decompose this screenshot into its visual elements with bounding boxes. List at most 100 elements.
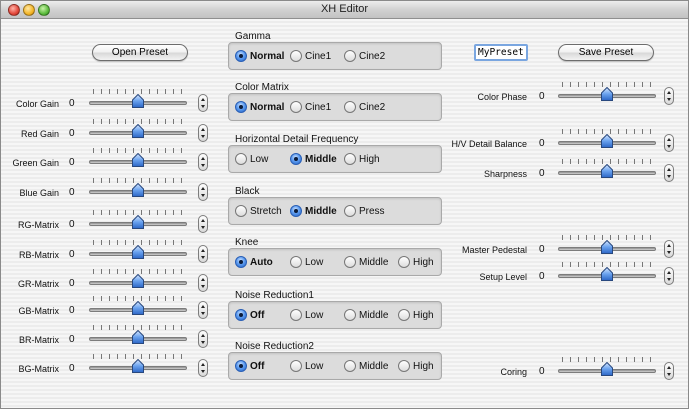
horizontal-detail-frequency-option-high[interactable]: High bbox=[344, 153, 380, 167]
radio-button-icon[interactable] bbox=[290, 205, 302, 217]
radio-button-icon[interactable] bbox=[235, 101, 247, 113]
rg-matrix-stepper[interactable] bbox=[198, 215, 208, 233]
stepper-up-arrow-icon[interactable] bbox=[201, 305, 205, 308]
slider-thumb[interactable] bbox=[132, 329, 144, 344]
radio-button-icon[interactable] bbox=[398, 256, 410, 268]
radio-button-icon[interactable] bbox=[290, 360, 302, 372]
h-v-detail-balance-slider[interactable] bbox=[558, 129, 656, 151]
master-pedestal-stepper[interactable] bbox=[664, 240, 674, 258]
rb-matrix-slider[interactable] bbox=[89, 240, 187, 262]
coring-slider[interactable] bbox=[558, 357, 656, 379]
stepper-down-arrow-icon[interactable] bbox=[201, 370, 205, 373]
coring-stepper[interactable] bbox=[664, 362, 674, 380]
setup-level-stepper[interactable] bbox=[664, 267, 674, 285]
stepper-up-arrow-icon[interactable] bbox=[201, 334, 205, 337]
stepper-up-arrow-icon[interactable] bbox=[201, 187, 205, 190]
radio-button-icon[interactable] bbox=[235, 205, 247, 217]
stepper-up-arrow-icon[interactable] bbox=[667, 366, 671, 369]
radio-button-icon[interactable] bbox=[398, 360, 410, 372]
stepper-up-arrow-icon[interactable] bbox=[201, 219, 205, 222]
bg-matrix-stepper[interactable] bbox=[198, 359, 208, 377]
green-gain-stepper[interactable] bbox=[198, 153, 208, 171]
color-matrix-option-cine1[interactable]: Cine1 bbox=[290, 101, 331, 115]
stepper-down-arrow-icon[interactable] bbox=[667, 278, 671, 281]
stepper-up-arrow-icon[interactable] bbox=[201, 157, 205, 160]
noise-reduction1-option-high[interactable]: High bbox=[398, 309, 434, 323]
slider-thumb[interactable] bbox=[132, 214, 144, 229]
color-matrix-option-normal[interactable]: Normal bbox=[235, 101, 284, 115]
stepper-down-arrow-icon[interactable] bbox=[667, 175, 671, 178]
sharpness-stepper[interactable] bbox=[664, 164, 674, 182]
horizontal-detail-frequency-option-middle[interactable]: Middle bbox=[290, 153, 337, 167]
stepper-down-arrow-icon[interactable] bbox=[667, 145, 671, 148]
stepper-down-arrow-icon[interactable] bbox=[201, 194, 205, 197]
black-option-middle[interactable]: Middle bbox=[290, 205, 337, 219]
radio-button-icon[interactable] bbox=[344, 309, 356, 321]
gamma-option-normal[interactable]: Normal bbox=[235, 50, 284, 64]
bg-matrix-slider[interactable] bbox=[89, 354, 187, 376]
radio-button-icon[interactable] bbox=[344, 101, 356, 113]
radio-button-icon[interactable] bbox=[290, 309, 302, 321]
knee-option-middle[interactable]: Middle bbox=[344, 256, 388, 270]
color-matrix-option-cine2[interactable]: Cine2 bbox=[344, 101, 385, 115]
preset-name-input[interactable]: MyPreset bbox=[474, 44, 528, 61]
red-gain-slider[interactable] bbox=[89, 119, 187, 141]
slider-thumb[interactable] bbox=[601, 133, 613, 148]
black-option-press[interactable]: Press bbox=[344, 205, 385, 219]
color-phase-slider[interactable] bbox=[558, 82, 656, 104]
knee-option-high[interactable]: High bbox=[398, 256, 434, 270]
gamma-option-cine2[interactable]: Cine2 bbox=[344, 50, 385, 64]
rg-matrix-slider[interactable] bbox=[89, 210, 187, 232]
noise-reduction1-option-off[interactable]: Off bbox=[235, 309, 264, 323]
h-v-detail-balance-stepper[interactable] bbox=[664, 134, 674, 152]
radio-button-icon[interactable] bbox=[290, 153, 302, 165]
red-gain-stepper[interactable] bbox=[198, 124, 208, 142]
slider-thumb[interactable] bbox=[132, 93, 144, 108]
radio-button-icon[interactable] bbox=[290, 256, 302, 268]
slider-thumb[interactable] bbox=[601, 86, 613, 101]
stepper-down-arrow-icon[interactable] bbox=[201, 285, 205, 288]
sharpness-slider[interactable] bbox=[558, 159, 656, 181]
slider-thumb[interactable] bbox=[601, 163, 613, 178]
slider-thumb[interactable] bbox=[601, 361, 613, 376]
color-phase-stepper[interactable] bbox=[664, 87, 674, 105]
stepper-up-arrow-icon[interactable] bbox=[667, 168, 671, 171]
title-bar[interactable]: XH Editor bbox=[1, 1, 688, 19]
stepper-up-arrow-icon[interactable] bbox=[201, 128, 205, 131]
knee-option-low[interactable]: Low bbox=[290, 256, 323, 270]
stepper-up-arrow-icon[interactable] bbox=[667, 244, 671, 247]
stepper-down-arrow-icon[interactable] bbox=[201, 256, 205, 259]
color-gain-slider[interactable] bbox=[89, 89, 187, 111]
stepper-down-arrow-icon[interactable] bbox=[667, 373, 671, 376]
radio-button-icon[interactable] bbox=[344, 360, 356, 372]
slider-thumb[interactable] bbox=[132, 152, 144, 167]
stepper-down-arrow-icon[interactable] bbox=[667, 98, 671, 101]
stepper-down-arrow-icon[interactable] bbox=[667, 251, 671, 254]
stepper-up-arrow-icon[interactable] bbox=[667, 91, 671, 94]
gb-matrix-slider[interactable] bbox=[89, 296, 187, 318]
setup-level-slider[interactable] bbox=[558, 262, 656, 284]
blue-gain-stepper[interactable] bbox=[198, 183, 208, 201]
stepper-up-arrow-icon[interactable] bbox=[201, 278, 205, 281]
stepper-up-arrow-icon[interactable] bbox=[201, 363, 205, 366]
radio-button-icon[interactable] bbox=[235, 153, 247, 165]
stepper-up-arrow-icon[interactable] bbox=[201, 98, 205, 101]
gamma-option-cine1[interactable]: Cine1 bbox=[290, 50, 331, 64]
stepper-up-arrow-icon[interactable] bbox=[667, 138, 671, 141]
black-option-stretch[interactable]: Stretch bbox=[235, 205, 282, 219]
br-matrix-slider[interactable] bbox=[89, 325, 187, 347]
save-preset-button[interactable]: Save Preset bbox=[558, 44, 654, 61]
gb-matrix-stepper[interactable] bbox=[198, 301, 208, 319]
radio-button-icon[interactable] bbox=[235, 360, 247, 372]
slider-thumb[interactable] bbox=[132, 182, 144, 197]
color-gain-stepper[interactable] bbox=[198, 94, 208, 112]
stepper-down-arrow-icon[interactable] bbox=[201, 164, 205, 167]
radio-button-icon[interactable] bbox=[290, 101, 302, 113]
slider-thumb[interactable] bbox=[601, 239, 613, 254]
radio-button-icon[interactable] bbox=[344, 50, 356, 62]
open-preset-button[interactable]: Open Preset bbox=[92, 44, 188, 61]
noise-reduction2-option-middle[interactable]: Middle bbox=[344, 360, 388, 374]
knee-option-auto[interactable]: Auto bbox=[235, 256, 273, 270]
green-gain-slider[interactable] bbox=[89, 148, 187, 170]
noise-reduction1-option-middle[interactable]: Middle bbox=[344, 309, 388, 323]
